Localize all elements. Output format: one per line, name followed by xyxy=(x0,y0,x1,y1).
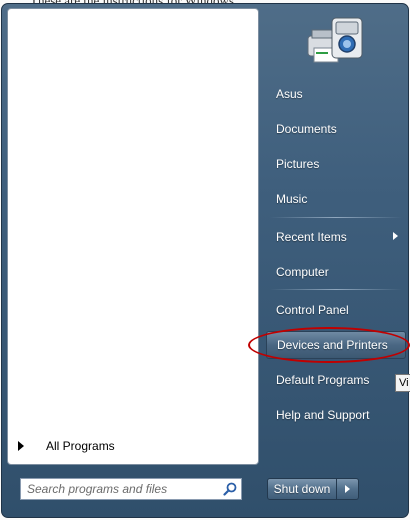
submenu-arrow-icon xyxy=(393,232,398,240)
menu-separator xyxy=(270,217,402,218)
menu-item-music[interactable]: Music xyxy=(266,185,406,213)
all-programs-label: All Programs xyxy=(46,439,115,453)
menu-item-label: Control Panel xyxy=(276,303,349,317)
search-input[interactable] xyxy=(21,480,219,498)
shutdown-button[interactable]: Shut down xyxy=(267,478,337,500)
menu-item-label: Default Programs xyxy=(276,373,370,387)
menu-separator xyxy=(270,289,402,290)
menu-item-label: Help and Support xyxy=(276,408,370,422)
menu-item-label: Pictures xyxy=(276,157,320,171)
search-box[interactable] xyxy=(20,478,242,500)
programs-pane xyxy=(7,8,259,465)
menu-item-control-panel[interactable]: Control Panel xyxy=(266,296,406,324)
menu-item-documents[interactable]: Documents xyxy=(266,115,406,143)
menu-item-help-and-support[interactable]: Help and Support xyxy=(266,401,406,429)
search-icon[interactable] xyxy=(219,479,241,499)
menu-item-label: Asus xyxy=(276,87,303,101)
arrow-right-icon xyxy=(18,441,24,451)
menu-item-label: Computer xyxy=(276,265,329,279)
menu-item-computer[interactable]: Computer xyxy=(266,258,406,286)
tooltip: Vi xyxy=(395,374,410,392)
menu-item-recent-items[interactable]: Recent Items xyxy=(266,223,406,251)
menu-item-label: Music xyxy=(276,192,308,206)
shutdown-group: Shut down xyxy=(267,478,359,500)
menu-item-pictures[interactable]: Pictures xyxy=(266,150,406,178)
menu-item-asus[interactable]: Asus xyxy=(266,80,406,108)
menu-item-label: Documents xyxy=(276,122,337,136)
menu-item-default-programs[interactable]: Default Programs xyxy=(266,366,406,394)
shutdown-options-button[interactable] xyxy=(337,478,359,500)
arrow-right-icon xyxy=(345,485,350,493)
devices-and-printers-icon xyxy=(302,12,370,68)
all-programs-button[interactable]: All Programs xyxy=(10,435,250,457)
menu-item-label: Recent Items xyxy=(276,230,347,244)
annotation-circle xyxy=(248,327,410,363)
